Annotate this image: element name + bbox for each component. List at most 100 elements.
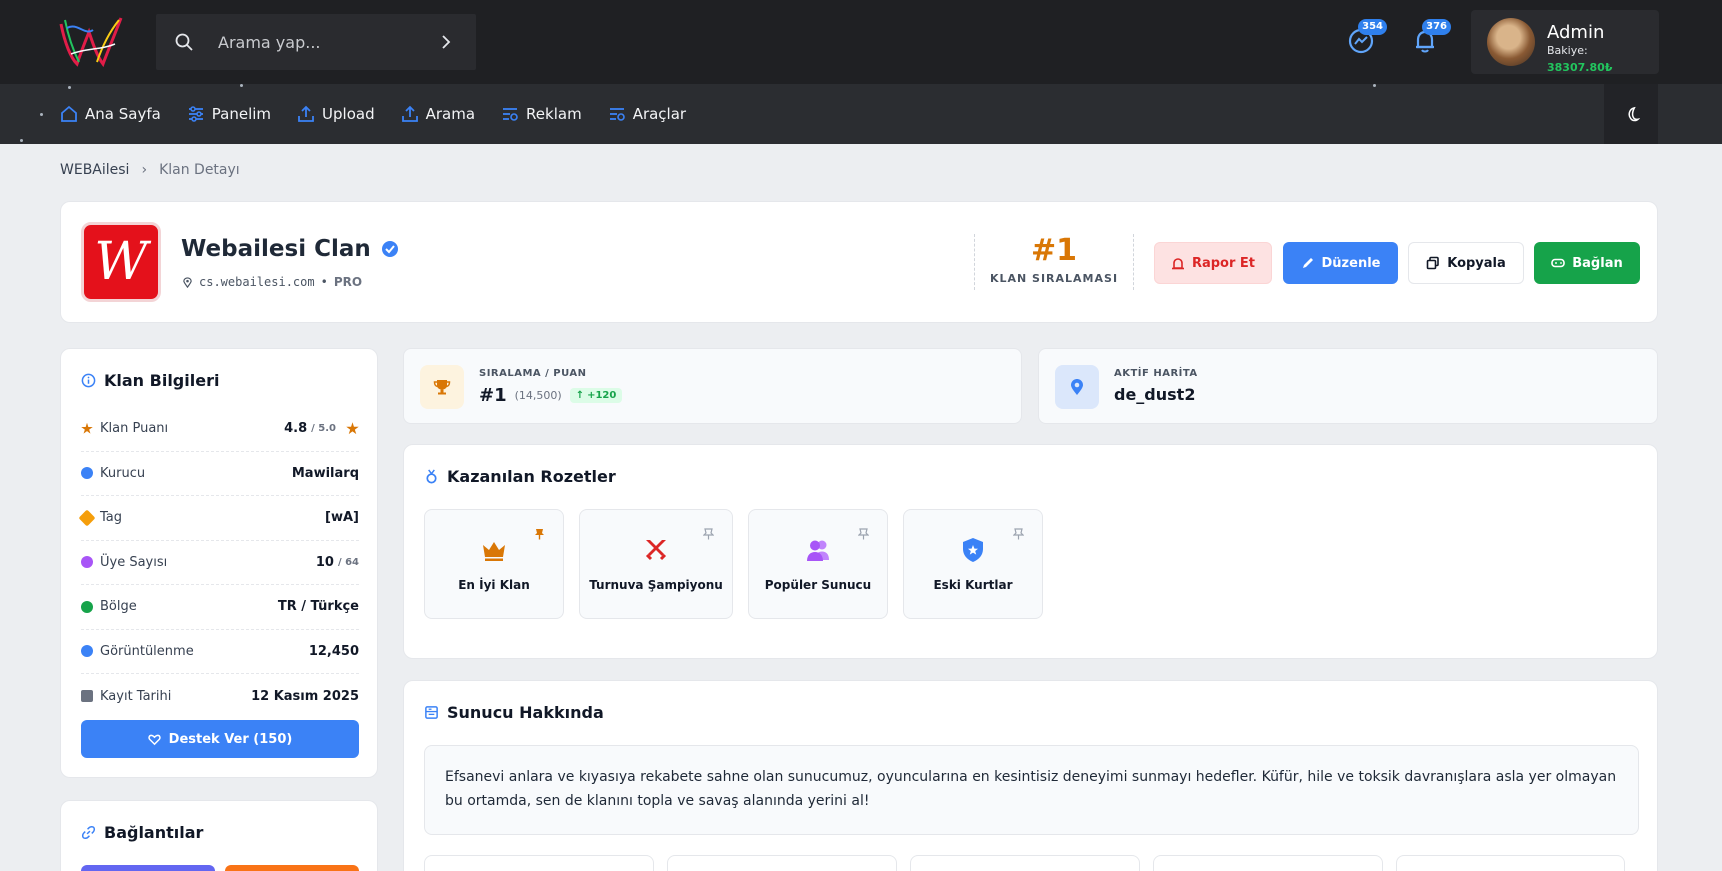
links-title-text: Bağlantılar <box>104 823 204 842</box>
nav-item-tools[interactable]: Araçlar <box>608 105 686 123</box>
star-icon <box>346 422 359 435</box>
map-stat-card: AKTİF HARİTA de_dust2 <box>1038 348 1658 424</box>
nav-item-label: Ana Sayfa <box>85 105 161 123</box>
info-value: 12,450 <box>309 644 359 659</box>
upload-icon <box>401 105 418 122</box>
pin-icon[interactable] <box>1013 528 1024 540</box>
info-value-text[interactable]: Mawilarq <box>292 466 359 481</box>
breadcrumb-root[interactable]: WEBAilesi <box>60 162 129 178</box>
chevron-right-icon: › <box>141 162 148 178</box>
info-value: Mawilarq <box>292 466 359 481</box>
trophy-icon-box <box>420 365 464 409</box>
swords-icon <box>645 540 667 561</box>
notifications-count-badge: 376 <box>1422 19 1451 35</box>
pin-icon[interactable] <box>534 528 545 540</box>
info-row-views: Görüntülenme 12,450 <box>81 630 359 674</box>
meta-separator: • <box>320 275 328 289</box>
badge-item-popular-server[interactable]: Popüler Sunucu <box>748 509 888 619</box>
clan-server-address[interactable]: cs.webailesi.com <box>199 275 315 289</box>
link-button-discord[interactable] <box>81 865 215 871</box>
server-detail-card <box>1396 855 1625 871</box>
report-button[interactable]: Rapor Et <box>1154 242 1272 284</box>
nav-item-search[interactable]: Arama <box>401 105 475 123</box>
crown-icon <box>483 542 505 561</box>
nav-item-upload[interactable]: Upload <box>297 105 375 123</box>
connect-button[interactable]: Bağlan <box>1534 242 1640 284</box>
info-value-text: 12,450 <box>308 643 359 659</box>
badge-item-old-wolves[interactable]: Eski Kurtlar <box>903 509 1043 619</box>
info-key: Bölge <box>81 599 137 614</box>
balance-label: Bakiye: <box>1547 44 1588 57</box>
map-pin-icon <box>1071 379 1083 395</box>
info-row-founder: Kurucu Mawilarq <box>81 452 359 496</box>
copy-button[interactable]: Kopyala <box>1408 242 1524 284</box>
info-value: 10/ 64 <box>316 555 359 570</box>
notifications-button[interactable]: 376 <box>1411 19 1451 55</box>
clan-rank-label: KLAN SIRALAMASI <box>989 272 1119 285</box>
avatar <box>1487 18 1535 66</box>
clan-logo: W <box>81 222 161 302</box>
sliders-icon <box>188 106 203 122</box>
clan-name: Webailesi Clan <box>181 236 371 262</box>
info-row-members: Üye Sayısı 10/ 64 <box>81 541 359 585</box>
server-info-icon <box>425 706 438 719</box>
info-row-rating: Klan Puanı 4.8/ 5.0 <box>81 407 359 452</box>
clan-info-title: Klan Bilgileri <box>81 371 219 390</box>
site-logo[interactable] <box>57 14 125 70</box>
list-settings-icon <box>609 108 625 121</box>
info-value: TR / Türkçe <box>278 599 359 614</box>
nav-item-ads[interactable]: Reklam <box>501 105 582 123</box>
info-key-text: Tag <box>100 510 123 526</box>
link-button-website[interactable] <box>225 865 359 871</box>
ranking-delta: +120 <box>587 390 617 401</box>
edit-button[interactable]: Düzenle <box>1283 242 1398 284</box>
clan-rank-number: #1 <box>1030 233 1077 268</box>
user-menu[interactable]: Admin Bakiye: 38307.80₺ <box>1471 10 1659 74</box>
badges-title-text: Kazanılan Rozetler <box>447 467 616 486</box>
nav-item-home[interactable]: Ana Sayfa <box>60 105 161 123</box>
siren-icon <box>1171 258 1184 270</box>
home-icon <box>61 105 77 122</box>
messages-button[interactable]: 354 <box>1347 19 1387 55</box>
about-server-card: Sunucu Hakkında Efsanevi anlara ve kıyas… <box>403 680 1658 871</box>
nav-item-label: Arama <box>425 105 476 123</box>
tag-icon <box>78 509 96 527</box>
info-key: Kayıt Tarihi <box>81 689 171 704</box>
info-key: Görüntülenme <box>81 644 194 659</box>
server-detail-card <box>424 855 654 871</box>
calendar-icon <box>81 690 93 703</box>
balance-value: 38307.80₺ <box>1547 61 1613 74</box>
connect-button-label: Bağlan <box>1572 255 1623 271</box>
badge-label: Eski Kurtlar <box>933 578 1013 592</box>
top-bar: Arama yap... 354 376 Admin Bakiye: 38307… <box>0 0 1722 84</box>
clan-title: Webailesi Clan <box>181 236 399 262</box>
pin-icon[interactable] <box>703 528 714 540</box>
badge-label: Turnuva Şampiyonu <box>589 578 723 592</box>
info-value-sub: / 64 <box>337 556 359 568</box>
decorative-dot <box>68 86 71 89</box>
info-key-text: Kurucu <box>100 465 146 481</box>
server-detail-card <box>910 855 1140 871</box>
search-input[interactable]: Arama yap... <box>218 33 438 52</box>
badge-item-tournament-champion[interactable]: Turnuva Şampiyonu <box>579 509 733 619</box>
theme-toggle-button[interactable] <box>1604 84 1658 144</box>
chevron-right-icon[interactable] <box>438 34 454 50</box>
clan-logo-letter: W <box>94 232 148 292</box>
breadcrumb-current: Klan Detayı <box>159 162 240 178</box>
clan-info-title-text: Klan Bilgileri <box>104 371 220 390</box>
support-button[interactable]: Destek Ver (150) <box>81 720 359 758</box>
info-value-text: 10 <box>315 554 334 570</box>
search-bar[interactable]: Arama yap... <box>156 14 476 70</box>
search-icon <box>175 33 193 51</box>
info-value-text: 12 Kasım 2025 <box>251 688 359 704</box>
info-key: Kurucu <box>81 466 145 481</box>
badge-item-best-clan[interactable]: En İyi Klan <box>424 509 564 619</box>
about-description: Efsanevi anlara ve kıyasıya rekabete sah… <box>424 745 1639 835</box>
nav-item-panel[interactable]: Panelim <box>187 105 271 123</box>
pin-icon[interactable] <box>858 528 869 540</box>
decorative-dot <box>1373 84 1376 87</box>
info-key: Tag <box>78 509 123 527</box>
info-value-text: [wA] <box>325 510 359 526</box>
eye-icon <box>81 645 93 658</box>
info-key-text: Klan Puanı <box>100 421 169 437</box>
